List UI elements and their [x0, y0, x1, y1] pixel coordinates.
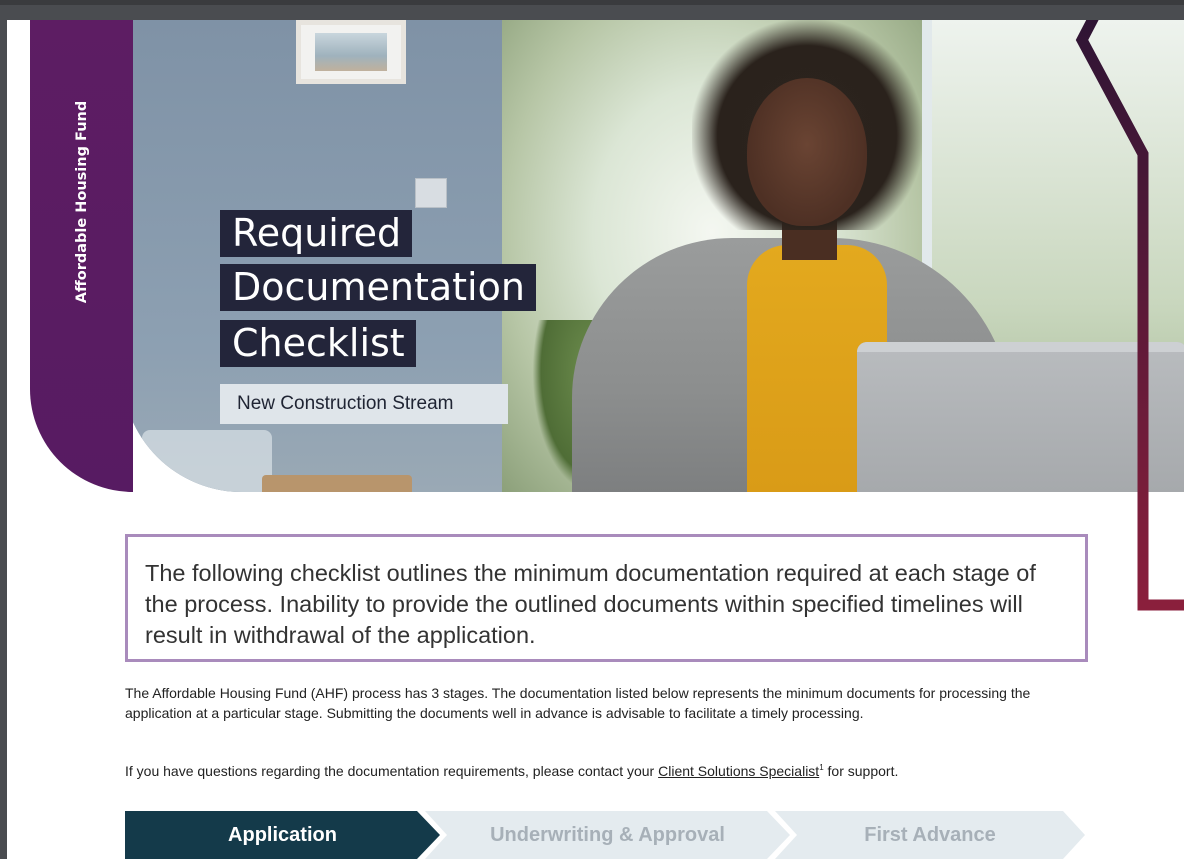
step-application: Application	[125, 811, 440, 859]
contact-paragraph: If you have questions regarding the docu…	[125, 758, 1090, 781]
step-first-advance: First Advance	[775, 811, 1085, 859]
contact-text-before: If you have questions regarding the docu…	[125, 763, 659, 779]
client-solutions-specialist-link[interactable]: Client Solutions Specialist	[658, 763, 819, 779]
callout-text: The following checklist outlines the min…	[145, 560, 1036, 648]
decorative-line	[1075, 20, 1184, 611]
step-underwriting-approval: Underwriting & Approval	[425, 811, 790, 859]
contact-text-after: for support.	[823, 763, 899, 779]
document-page: Affordable Housing Fund Required Documen…	[7, 20, 1184, 859]
viewer-top-bar	[0, 0, 1184, 5]
callout-box: The following checklist outlines the min…	[125, 534, 1088, 662]
process-steps: Application Underwriting & Approval Firs…	[125, 811, 1085, 859]
intro-paragraph: The Affordable Housing Fund (AHF) proces…	[125, 685, 1031, 721]
